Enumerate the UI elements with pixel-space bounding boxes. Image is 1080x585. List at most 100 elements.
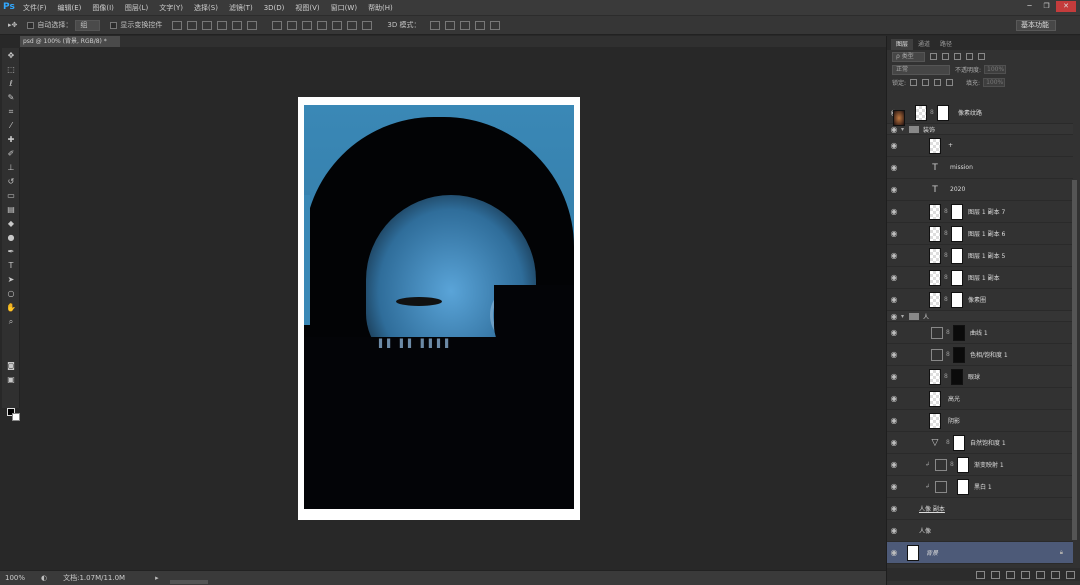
zoom-tool-icon[interactable]: ⌕ [4,316,18,328]
pen-tool-icon[interactable]: ✒ [4,246,18,258]
add-mask-icon[interactable] [1006,570,1015,579]
workspace-dropdown[interactable]: 基本功能 [1016,20,1056,31]
layer-row[interactable]: ◉ 8 图层 1 副本 5 [887,245,1073,267]
layer-row[interactable]: ◉ 8 曲线 1 [887,322,1073,344]
distribute-center-icon[interactable] [332,20,343,30]
3d-slide-icon[interactable] [475,20,486,30]
3d-scale-icon[interactable] [490,20,501,30]
menu-select[interactable]: 选择(S) [194,3,218,13]
show-transform-option[interactable]: 显示变换控件 [110,20,162,30]
status-arrow-icon[interactable]: ▸ [155,574,159,582]
document-canvas[interactable]: ▌▌ ▌▌ ▌▌▌▌ [298,97,580,520]
align-top-icon[interactable] [172,20,183,30]
horizontal-scrollbar[interactable] [170,580,208,584]
menu-window[interactable]: 窗口(W) [331,3,357,13]
visibility-eye-icon[interactable]: ◉ [887,482,901,491]
layer-row[interactable]: ◉ 8 色相/饱和度 1 [887,344,1073,366]
group-expand-arrow-icon[interactable]: ▾ [901,313,909,320]
lasso-tool-icon[interactable]: ℓ [4,78,18,90]
layer-row[interactable]: ◉ 阴影 [887,410,1073,432]
minimize-icon[interactable]: ─ [1022,1,1037,12]
layer-row[interactable]: ◉ Tmission [887,157,1073,179]
auto-select-option[interactable]: 自动选择： 组 [27,19,101,31]
hand-tool-icon[interactable]: ✋ [4,302,18,314]
shape-tool-icon[interactable]: ○ [4,288,18,300]
eyedropper-tool-icon[interactable]: ⁄ [4,120,18,132]
fx-icon[interactable] [991,570,1000,579]
visibility-eye-icon[interactable]: ◉ [887,295,901,304]
visibility-eye-icon[interactable]: ◉ [887,372,901,381]
clone-stamp-tool-icon[interactable]: ⊥ [4,162,18,174]
crop-tool-icon[interactable]: ⌗ [4,106,18,118]
fill-field[interactable]: 100% [983,78,1006,87]
visibility-eye-icon[interactable]: ◉ [887,251,901,260]
auto-align-icon[interactable] [362,20,373,30]
visibility-eye-icon[interactable]: ◉ [887,438,901,447]
move-tool-icon[interactable]: ▸✥ [8,21,17,29]
show-transform-checkbox[interactable] [110,21,118,29]
type-tool-icon[interactable]: T [4,260,18,272]
align-bottom-icon[interactable] [202,20,213,30]
visibility-eye-icon[interactable]: ◉ [887,273,901,282]
lock-image-icon[interactable] [922,79,930,86]
filter-smart-icon[interactable] [977,53,985,60]
menu-3d[interactable]: 3D(D) [264,4,285,12]
align-left-icon[interactable] [217,20,228,30]
distribute-right-icon[interactable] [347,20,358,30]
3d-roll-icon[interactable] [445,20,456,30]
new-group-icon[interactable] [1036,570,1045,579]
visibility-eye-icon[interactable]: ◉ [887,394,901,403]
filter-adjust-icon[interactable] [941,53,949,60]
layer-row[interactable]: ◉ 高光 [887,388,1073,410]
new-layer-icon[interactable] [1051,570,1060,579]
new-adjustment-icon[interactable] [1021,570,1030,579]
delete-layer-icon[interactable] [1066,570,1075,579]
quick-mask-icon[interactable]: ◙ [4,360,18,372]
link-layers-icon[interactable] [976,570,985,579]
distribute-middle-icon[interactable] [287,20,298,30]
visibility-eye-icon[interactable]: ◉ [887,207,901,216]
layer-row[interactable]: ◉ ▽ 8 自然饱和度 1 [887,432,1073,454]
layer-row[interactable]: ◉ 8 眼球 [887,366,1073,388]
opacity-field[interactable]: 100% [984,65,1007,74]
menu-view[interactable]: 视图(V) [295,3,319,13]
layer-row[interactable]: ◉ + [887,135,1073,157]
menu-layer[interactable]: 图层(L) [125,3,148,13]
document-tab[interactable]: psd @ 100% (背景, RGB/8) * [20,36,120,47]
distribute-left-icon[interactable] [317,20,328,30]
filter-type-icon[interactable] [953,53,961,60]
visibility-eye-icon[interactable]: ◉ [887,185,901,194]
menu-image[interactable]: 图像(I) [92,3,114,13]
3d-drag-icon[interactable] [460,20,471,30]
menu-help[interactable]: 帮助(H) [368,3,393,13]
visibility-eye-icon[interactable]: ◉ [887,548,901,557]
group-expand-arrow-icon[interactable]: ▾ [901,126,909,133]
healing-brush-tool-icon[interactable]: ✚ [4,134,18,146]
layer-row[interactable]: ◉ ↲ 8 渐变映射 1 [887,454,1073,476]
visibility-eye-icon[interactable]: ◉ [887,460,901,469]
layer-group-row[interactable]: ◉ ▾ 装饰 [887,124,1073,135]
menu-type[interactable]: 文字(Y) [159,3,183,13]
close-icon[interactable]: ✕ [1056,1,1076,12]
lock-position-icon[interactable] [934,79,942,86]
filter-shape-icon[interactable] [965,53,973,60]
layer-row[interactable]: ◉↲8黑白 1 [887,476,1073,498]
align-middle-icon[interactable] [187,20,198,30]
visibility-eye-icon[interactable]: ◉ [887,526,901,535]
dodge-tool-icon[interactable]: ● [4,232,18,244]
visibility-eye-icon[interactable]: ◉ [887,328,901,337]
layer-row[interactable]: ◉ 8 图层 1 副本 6 [887,223,1073,245]
filter-pixel-icon[interactable] [929,53,937,60]
move-tool-icon[interactable]: ✥ [4,50,18,62]
layer-row-selected[interactable]: ◉ 背景 🔒︎ [887,542,1073,564]
tab-layers[interactable]: 图层 [891,39,914,50]
gradient-tool-icon[interactable]: ▤ [4,204,18,216]
zoom-level[interactable]: 100% [5,574,25,582]
visibility-eye-icon[interactable]: ◉ [887,312,901,321]
screen-mode-icon[interactable]: ▣ [4,374,18,386]
blend-mode-dropdown[interactable]: 正常 [892,64,950,75]
background-color-swatch[interactable] [12,413,20,421]
auto-select-dropdown[interactable]: 组 [75,19,101,31]
menu-file[interactable]: 文件(F) [23,3,47,13]
visibility-eye-icon[interactable]: ◉ [887,416,901,425]
